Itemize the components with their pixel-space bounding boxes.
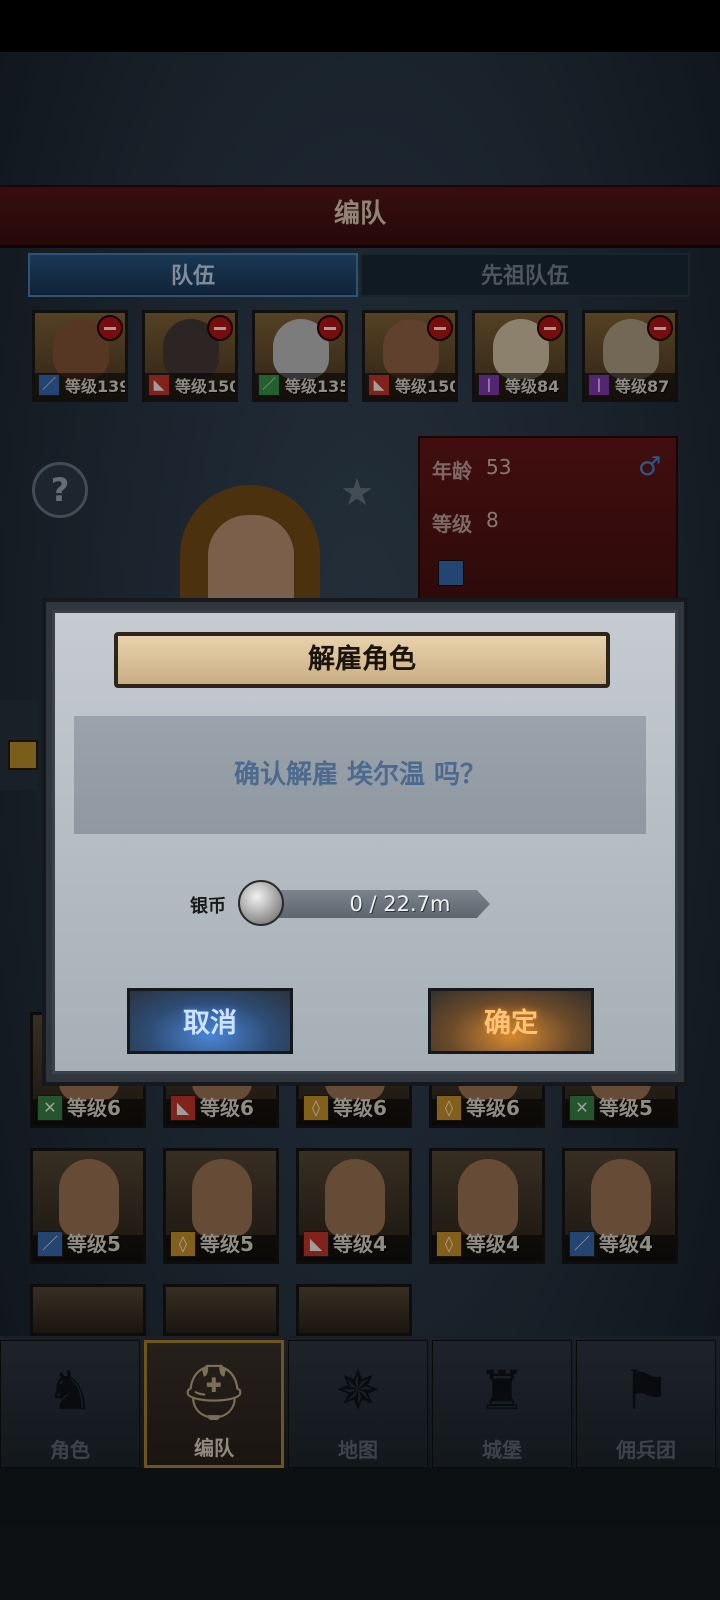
silver-coin-icon <box>238 880 284 926</box>
currency-progress-text: 0 / 22.7m <box>349 892 451 916</box>
cancel-button[interactable]: 取消 <box>127 988 293 1054</box>
confirm-button[interactable]: 确定 <box>428 988 594 1054</box>
currency-label: 银币 <box>190 896 226 917</box>
status-bar <box>0 0 720 52</box>
dialog-title: 解雇角色 <box>308 644 416 675</box>
dialog-message: 确认解雇 埃尔温 吗？ <box>233 760 487 790</box>
